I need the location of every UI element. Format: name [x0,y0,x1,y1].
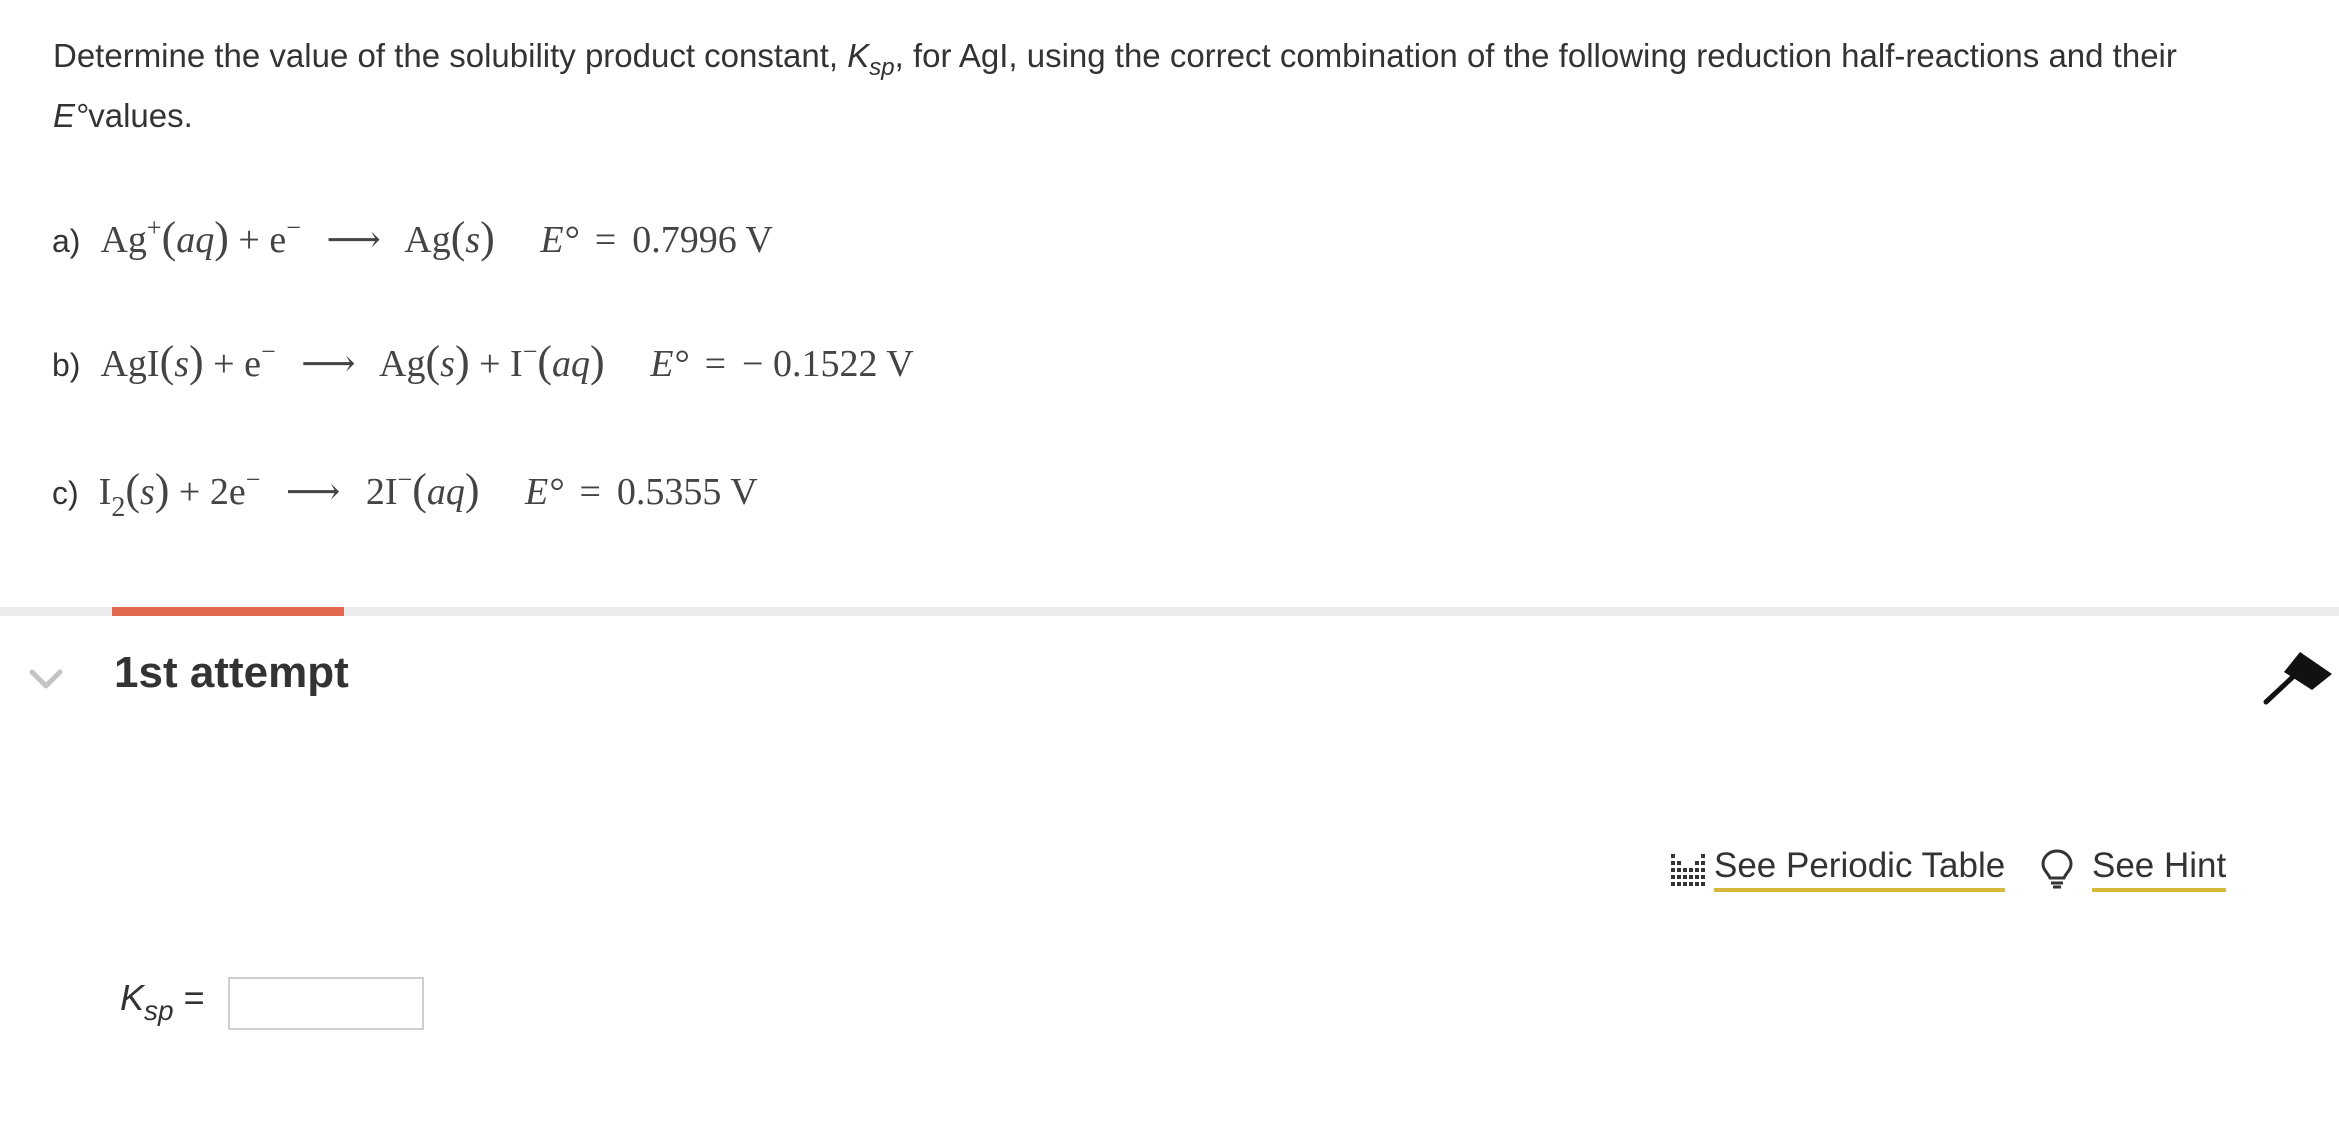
charge: − [260,337,276,366]
e-standard-symbol: E° [53,97,89,134]
state: s [465,219,481,261]
state: s [174,343,190,385]
lightbulb-icon [2041,849,2073,889]
chevron-down-icon[interactable] [28,664,64,692]
question-text-part: , for AgI, using the correct combination… [894,37,2177,74]
reaction-equation: I2(s) + 2e− ⟶ 2I−(aq) E° = 0.5355 V [98,465,758,523]
species: I [510,343,523,385]
plus-sign: + [178,471,201,513]
ksp-label-subscript: sp [144,995,174,1026]
potential-value: − 0.1522 V [742,343,914,385]
species: Ag [100,219,147,261]
plus-sign: + [213,343,235,385]
ksp-subscript: sp [869,54,895,81]
potential-value: 0.5355 V [616,471,758,513]
charge: − [245,465,261,494]
ksp-label-equals: = [173,977,205,1018]
charge: − [397,465,413,494]
reaction-equation: AgI(s) + e− ⟶ Ag(s) + I−(aq) E° = − 0.1522… [100,337,914,386]
charge: + [146,213,162,242]
right-arrow-icon: ⟶ [285,471,341,513]
electron: e [269,219,287,261]
e-standard-label: E° [540,219,579,261]
question-text-part: Determine the value of the solubility pr… [53,37,848,74]
state: aq [176,219,215,261]
reaction-label: c) [52,475,79,511]
hint-label[interactable]: See Hint [2092,846,2227,892]
ksp-symbol: K [847,37,870,74]
state: s [440,343,455,385]
species: Ag [379,343,426,385]
ksp-answer-input[interactable] [228,977,424,1030]
state: aq [552,343,591,385]
species: I [98,471,112,513]
reaction-a: a) Ag+(aq) + e− ⟶ Ag(s) E° = 0.7996 V [52,212,773,263]
plus-sign: + [479,343,501,385]
subscript: 2 [111,492,126,523]
equals-sign: = [704,343,727,385]
bookmark-flag-icon[interactable] [2262,650,2334,708]
periodic-table-link[interactable]: See Periodic Table [1670,846,2006,892]
periodic-table-label[interactable]: See Periodic Table [1714,846,2006,892]
species: AgI [100,343,160,385]
ksp-label-symbol: K [120,977,145,1018]
species: Ag [404,219,451,261]
question-text: Determine the value of the solubility pr… [53,26,2293,146]
plus-sign: + [238,219,260,261]
reaction-equation: Ag+(aq) + e− ⟶ Ag(s) E° = 0.7996 V [100,213,773,262]
attempt-progress-bar [112,607,344,616]
electron: 2e [209,471,246,513]
potential-value: 0.7996 V [632,219,773,261]
equals-sign: = [579,471,601,513]
right-arrow-icon: ⟶ [301,343,356,385]
reaction-label: b) [52,347,81,383]
periodic-table-icon [1671,854,1705,886]
question-text-part: values. [88,97,193,134]
state: s [139,471,155,513]
attempt-title: 1st attempt [114,648,349,697]
reaction-c: c) I2(s) + 2e− ⟶ 2I−(aq) E° = 0.5355 V [52,464,758,523]
ksp-answer-label: Ksp = [120,977,205,1025]
right-arrow-icon: ⟶ [326,219,381,261]
state: aq [426,471,465,513]
electron: e [244,343,261,385]
reaction-b: b) AgI(s) + e− ⟶ Ag(s) + I−(aq) E° = − 0.1… [52,336,914,387]
hint-link[interactable]: See Hint [2040,846,2227,892]
equals-sign: = [594,219,617,261]
attempt-divider [0,607,2339,616]
e-standard-label: E° [650,343,689,385]
charge: − [522,337,538,366]
reaction-label: a) [52,223,81,259]
species: 2I [365,471,398,513]
e-standard-label: E° [525,471,564,513]
charge: − [286,213,301,242]
